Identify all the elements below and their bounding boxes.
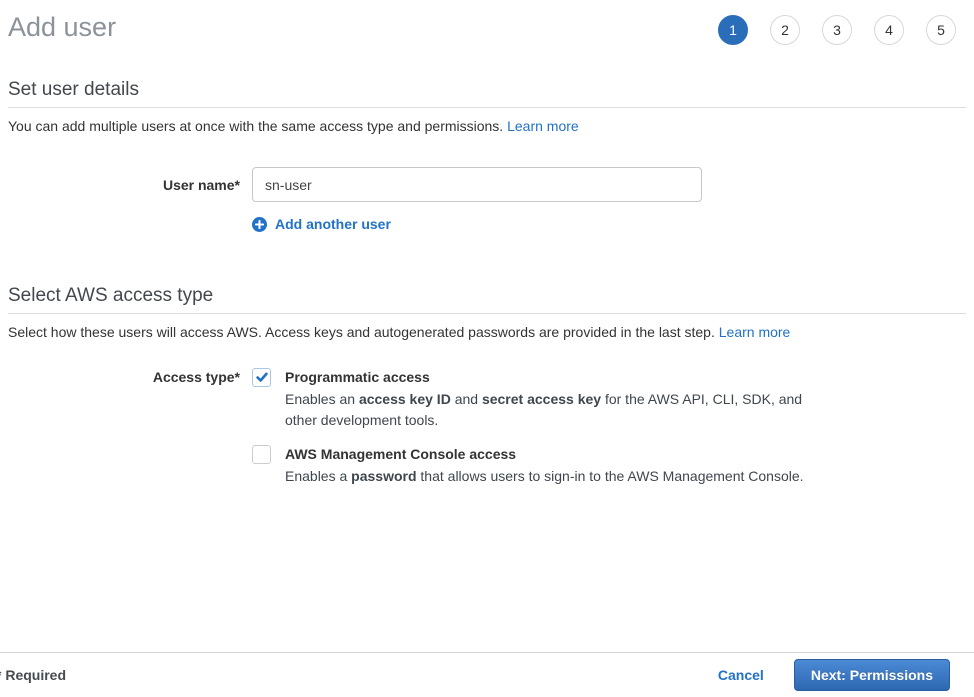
programmatic-access-checkbox[interactable]: [252, 368, 271, 387]
console-access-title: AWS Management Console access: [285, 445, 804, 464]
console-access-checkbox[interactable]: [252, 445, 271, 464]
user-name-row: User name* Add another user: [0, 167, 974, 235]
plus-circle-icon: [252, 217, 267, 232]
user-name-input[interactable]: [252, 167, 702, 202]
wizard-footer: * Required Cancel Next: Permissions: [0, 652, 974, 697]
step-5: 5: [926, 15, 956, 45]
access-type-intro-text: Select how these users will access AWS. …: [8, 324, 715, 340]
step-3: 3: [822, 15, 852, 45]
programmatic-access-option: Programmatic access Enables an access ke…: [252, 368, 809, 431]
user-details-learn-more-link[interactable]: Learn more: [507, 118, 579, 134]
step-2: 2: [770, 15, 800, 45]
user-details-intro: You can add multiple users at once with …: [8, 118, 966, 135]
programmatic-access-description: Enables an access key ID and secret acce…: [285, 389, 809, 431]
access-type-heading: Select AWS access type: [8, 285, 966, 314]
cancel-button[interactable]: Cancel: [718, 667, 764, 683]
user-details-intro-text: You can add multiple users at once with …: [8, 118, 503, 134]
check-icon: [255, 370, 269, 384]
access-type-learn-more-link[interactable]: Learn more: [719, 324, 791, 340]
user-details-heading: Set user details: [8, 79, 966, 108]
access-type-label: Access type*: [0, 368, 252, 385]
page-header: Add user 1 2 3 4 5: [0, 0, 974, 45]
user-name-label: User name*: [0, 167, 252, 193]
access-type-row: Access type* Programmatic access Enables…: [0, 368, 974, 487]
wizard-step-indicator: 1 2 3 4 5: [718, 15, 956, 45]
step-4: 4: [874, 15, 904, 45]
page-title: Add user: [8, 10, 116, 44]
console-access-description: Enables a password that allows users to …: [285, 466, 804, 487]
programmatic-access-title: Programmatic access: [285, 368, 809, 387]
required-note: * Required: [0, 667, 66, 683]
step-1: 1: [718, 15, 748, 45]
add-another-user-button[interactable]: Add another user: [252, 216, 391, 232]
access-type-intro: Select how these users will access AWS. …: [8, 324, 966, 341]
next-permissions-button[interactable]: Next: Permissions: [794, 659, 950, 691]
add-another-user-label: Add another user: [275, 216, 391, 232]
console-access-option: AWS Management Console access Enables a …: [252, 445, 809, 487]
